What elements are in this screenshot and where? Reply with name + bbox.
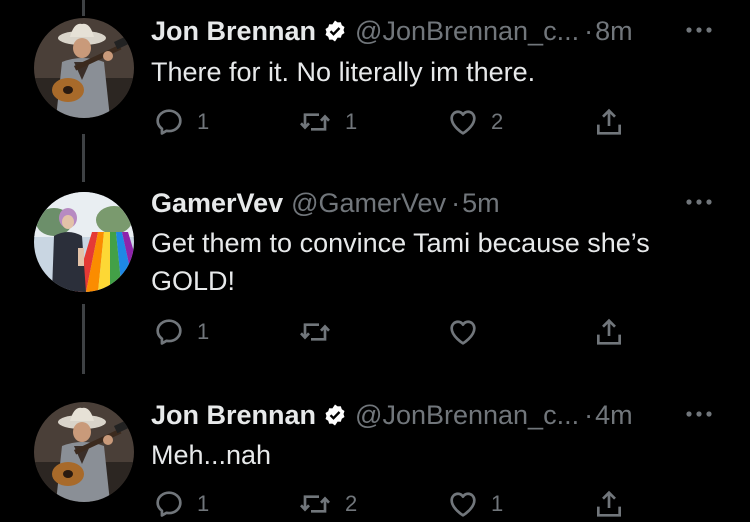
heart-icon <box>447 106 479 138</box>
avatar-gamervev[interactable] <box>34 192 134 292</box>
tweet-2[interactable]: GamerVev @GamerVev · 5m Get them to conv… <box>0 180 750 370</box>
retweet-button[interactable]: 1 <box>297 104 357 140</box>
cowboy-guitarist-avatar-image <box>34 18 134 118</box>
more-options-icon[interactable] <box>684 192 714 212</box>
tweet-actions: 1 1 2 <box>151 104 651 140</box>
reply-button[interactable]: 1 <box>153 104 209 140</box>
retweet-count: 2 <box>345 491 358 516</box>
tweet-time[interactable]: 8m <box>595 16 633 47</box>
share-button[interactable] <box>593 314 625 350</box>
separator-dot: · <box>584 15 594 46</box>
reply-icon <box>153 316 185 348</box>
share-icon <box>593 488 625 520</box>
share-icon <box>593 106 625 138</box>
avatar-jon-brennan[interactable] <box>34 18 134 118</box>
reply-count: 1 <box>197 109 210 134</box>
reply-icon <box>153 488 185 520</box>
tweet-header: GamerVev @GamerVev · 5m <box>151 186 714 220</box>
separator-dot: · <box>584 399 594 430</box>
tweet-header: Jon Brennan @JonBrennan_c... · 4m <box>151 398 714 432</box>
like-button[interactable] <box>447 314 491 350</box>
reply-button[interactable]: 1 <box>153 486 209 522</box>
cowboy-guitarist-avatar-image <box>34 402 134 502</box>
author-name[interactable]: GamerVev <box>151 188 283 219</box>
tweet-text: There for it. No literally im there. <box>151 57 536 87</box>
author-handle[interactable]: @JonBrennan_c... <box>355 400 579 431</box>
like-button[interactable]: 2 <box>447 104 503 140</box>
tweet-text: Meh...nah <box>151 440 272 470</box>
tweet-time[interactable]: 4m <box>595 400 633 431</box>
retweet-count: 1 <box>345 109 358 134</box>
reply-button[interactable]: 1 <box>153 314 209 350</box>
author-name[interactable]: Jon Brennan <box>151 16 316 47</box>
author-handle[interactable]: @JonBrennan_c... <box>355 16 579 47</box>
tweet-text: Get them to convince Tami because she’s … <box>151 228 650 296</box>
author-handle[interactable]: @GamerVev <box>291 188 446 219</box>
retweet-button[interactable] <box>297 314 345 350</box>
like-button[interactable]: 1 <box>447 486 503 522</box>
retweet-icon <box>297 488 333 520</box>
retweet-button[interactable]: 2 <box>297 486 357 522</box>
more-options-icon[interactable] <box>684 404 714 424</box>
retweet-icon <box>297 106 333 138</box>
verified-badge-icon <box>323 403 347 427</box>
tweet-actions: 1 <box>151 314 651 350</box>
tweet-3[interactable]: Jon Brennan @JonBrennan_c... · 4m Meh...… <box>0 380 750 522</box>
tweet-header: Jon Brennan @JonBrennan_c... · 8m <box>151 14 714 48</box>
like-count: 2 <box>491 109 504 134</box>
verified-badge-icon <box>323 19 347 43</box>
like-count: 1 <box>491 491 504 516</box>
avatar-jon-brennan[interactable] <box>34 402 134 502</box>
tweet-time[interactable]: 5m <box>462 188 500 219</box>
separator-dot: · <box>451 187 461 218</box>
heart-icon <box>447 316 479 348</box>
tweet-actions: 1 2 1 <box>151 486 651 522</box>
rainbow-crosswalk-avatar-image <box>34 192 134 292</box>
reply-count: 1 <box>197 319 210 344</box>
heart-icon <box>447 488 479 520</box>
author-name[interactable]: Jon Brennan <box>151 400 316 431</box>
more-options-icon[interactable] <box>684 20 714 40</box>
tweet-1[interactable]: Jon Brennan @JonBrennan_c... · 8m There … <box>0 0 750 160</box>
retweet-icon <box>297 316 333 348</box>
reply-icon <box>153 106 185 138</box>
share-button[interactable] <box>593 104 625 140</box>
share-icon <box>593 316 625 348</box>
share-button[interactable] <box>593 486 625 522</box>
reply-count: 1 <box>197 491 210 516</box>
